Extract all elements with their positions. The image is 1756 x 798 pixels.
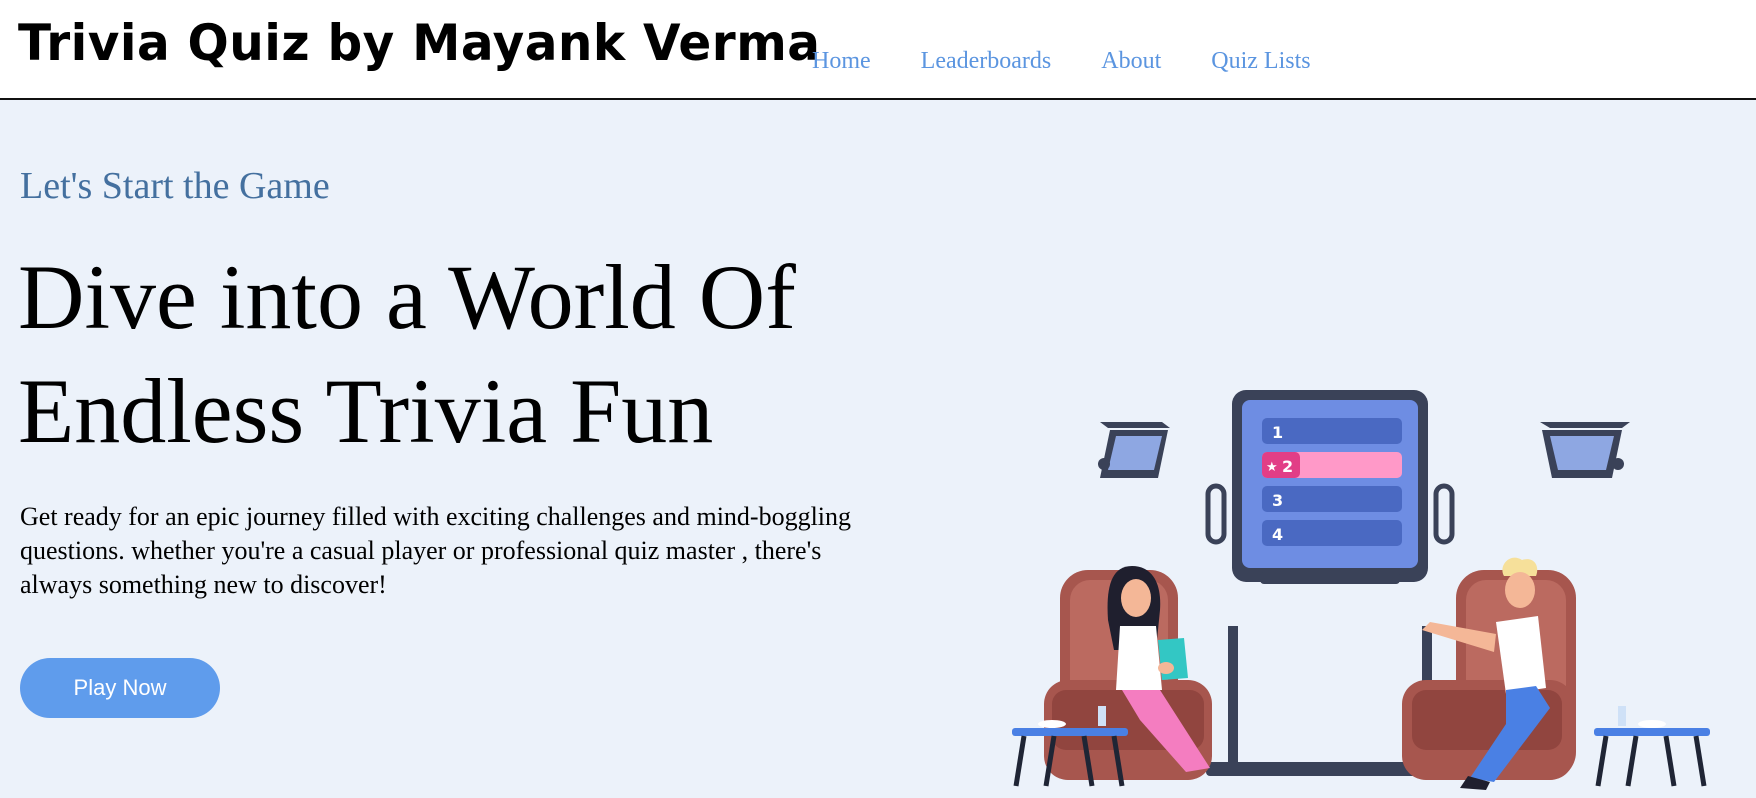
rank-3-label: 3: [1272, 491, 1283, 510]
nav-link-quiz-lists[interactable]: Quiz Lists: [1211, 48, 1310, 75]
stage-light-left-icon: [1098, 422, 1170, 478]
nav-link-home[interactable]: Home: [812, 48, 871, 75]
nav-link-leaderboards[interactable]: Leaderboards: [921, 48, 1052, 75]
rank-2-label: 2: [1282, 457, 1293, 476]
rank-1-label: 1: [1272, 423, 1283, 442]
quiz-show-illustration: 1 ★ 2 3 4: [1012, 390, 1710, 790]
site-title: Trivia Quiz by Mayank Verma: [18, 14, 821, 72]
headline-line-2: Endless Trivia Fun: [18, 360, 714, 462]
play-now-button[interactable]: Play Now: [20, 658, 220, 718]
hero-description: Get ready for an epic journey filled wit…: [20, 502, 852, 599]
rank-4-label: 4: [1272, 525, 1283, 544]
hero-eyebrow: Let's Start the Game: [20, 165, 330, 207]
hero-headline: Dive into a World Of Endless Trivia Fun: [18, 240, 918, 468]
side-table-right: [1594, 706, 1710, 787]
star-icon: ★: [1266, 460, 1278, 475]
stage-light-right-icon: [1540, 422, 1630, 478]
headline-line-1: Dive into a World Of: [18, 246, 796, 348]
top-navbar: Trivia Quiz by Mayank Verma Home Leaderb…: [0, 0, 1756, 100]
nav-link-about[interactable]: About: [1101, 48, 1161, 75]
main-nav: Home Leaderboards About Quiz Lists: [812, 48, 1361, 75]
